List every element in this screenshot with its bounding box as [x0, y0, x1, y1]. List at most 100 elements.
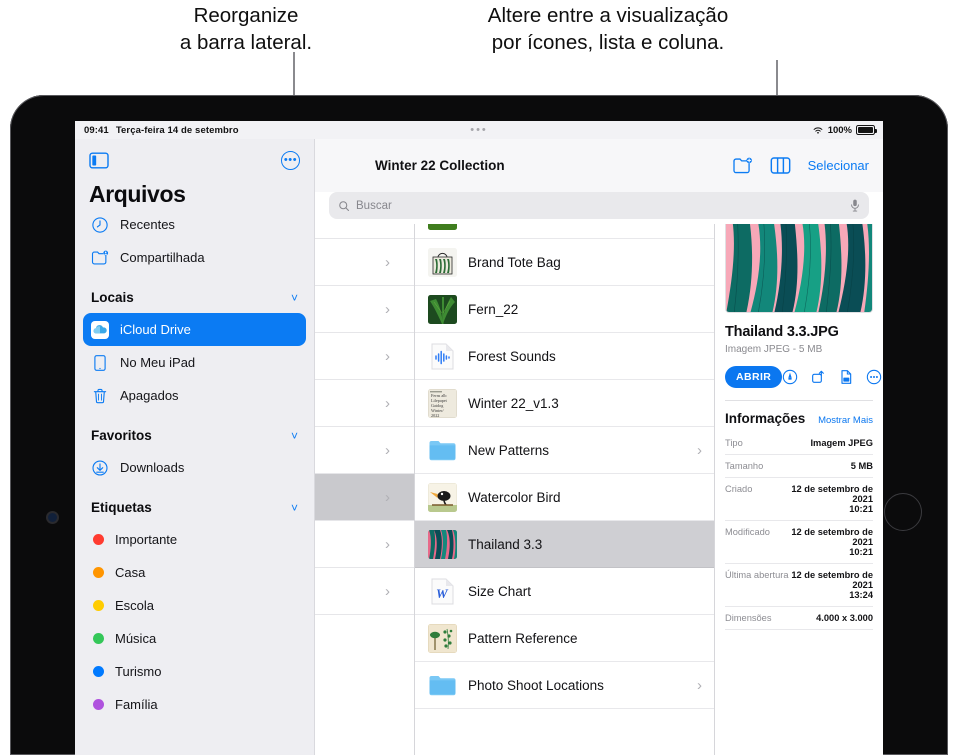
file-list-item[interactable]: Fern_22	[415, 286, 714, 333]
sidebar-item-downloads[interactable]: Downloads	[83, 451, 306, 484]
info-key: Tamanho	[725, 454, 789, 478]
chevron-down-icon[interactable]: ˅	[291, 429, 298, 443]
file-name-label: Photo Shoot Locations	[468, 677, 604, 693]
sidebar-item-familia[interactable]: Família	[83, 688, 306, 721]
document-thumbnail-catalog: Ferns alb Lilepapet Gatdog Winter/2022	[428, 388, 457, 418]
file-info-table: Tipo Imagem JPEG Tamanho 5 MB Criado 12 de se…	[725, 432, 873, 630]
top-toolbar: Winter 22 Collection Selecionar	[315, 139, 883, 192]
folder-icon	[428, 436, 457, 465]
status-bar: 09:41 Terça-feira 14 de setembro ••• 100…	[75, 121, 883, 139]
file-list-item[interactable]: New Patterns ›	[415, 427, 714, 474]
sidebar-toggle-icon[interactable]	[89, 151, 109, 169]
screenshot-root: Reorganize a barra lateral. Altere entre…	[0, 0, 958, 755]
sidebar-item-apagados[interactable]: Apagados	[83, 379, 306, 412]
info-key: Última abertura	[725, 563, 789, 607]
info-row: Dimensões 4.000 x 3.000	[725, 606, 873, 630]
front-camera-icon	[48, 513, 57, 522]
image-thumbnail-tote	[428, 247, 457, 277]
sidebar-more-button[interactable]: •••	[281, 150, 300, 170]
file-name-label: Winter 22_v1.3	[468, 395, 559, 411]
info-value: 12 de setembro de 2021 10:21	[788, 520, 873, 564]
image-thumbnail-toucan	[428, 482, 457, 512]
svg-text:W: W	[436, 586, 449, 601]
trash-icon	[93, 388, 107, 403]
select-button[interactable]: Selecionar	[808, 158, 869, 173]
file-list-item[interactable]: Brand Tote Bag	[415, 239, 714, 286]
chevron-right-icon: ›	[385, 441, 390, 459]
folder-icon	[428, 671, 457, 700]
file-list-item[interactable]: W Size Chart	[415, 568, 714, 615]
column-view-icon[interactable]	[770, 157, 791, 174]
info-value: Imagem JPEG	[788, 432, 873, 455]
sidebar-section-favoritos[interactable]: Favoritos ˅	[83, 420, 306, 451]
sidebar-item-label: Família	[115, 697, 158, 712]
sidebar-item-casa[interactable]: Casa	[83, 556, 306, 589]
file-list-column: Bird for PatternBrand Tote BagFern_22For…	[415, 139, 715, 755]
breadcrumb: Winter 22 Collection	[375, 158, 505, 173]
markup-icon[interactable]	[782, 369, 798, 385]
sidebar-section-etiquetas[interactable]: Etiquetas ˅	[83, 492, 306, 523]
pdf-icon[interactable]	[838, 369, 854, 385]
search-input[interactable]: Buscar	[356, 200, 844, 212]
chevron-right-icon: ›	[697, 441, 702, 459]
sidebar-item-musica[interactable]: Música	[83, 622, 306, 655]
chevron-right-icon: ›	[385, 394, 390, 412]
home-button[interactable]	[884, 493, 922, 531]
tag-dot-icon	[93, 567, 104, 578]
status-bar-left: 09:41 Terça-feira 14 de setembro	[84, 125, 239, 136]
callout-reorganize-sidebar: Reorganize a barra lateral.	[179, 4, 313, 54]
sidebar-section-title: Favoritos	[91, 428, 152, 443]
sidebar-item-turismo[interactable]: Turismo	[83, 655, 306, 688]
info-row: Modificado 12 de setembro de 2021 10:21	[725, 520, 873, 564]
sidebar-item-label: Compartilhada	[120, 250, 205, 265]
info-row: Última abertura 12 de setembro de 2021 13:…	[725, 563, 873, 607]
sidebar-item-label: Casa	[115, 565, 146, 580]
image-thumbnail-pattern	[428, 623, 457, 653]
sidebar-item-label: No Meu iPad	[120, 355, 196, 370]
sidebar-item-icloud-drive[interactable]: iCloud Drive	[83, 313, 306, 346]
chevron-down-icon[interactable]: ˅	[291, 291, 298, 305]
sidebar-item-recentes[interactable]: Recentes	[83, 208, 306, 241]
sidebar-section-locais[interactable]: Locais ˅	[83, 282, 306, 313]
shared-folder-icon	[91, 250, 109, 264]
info-key: Modificado	[725, 520, 789, 564]
file-list-item[interactable]: Ferns alb Lilepapet Gatdog Winter/2022 Winte…	[415, 380, 714, 427]
svg-text:2022: 2022	[431, 413, 439, 418]
chevron-right-icon: ›	[385, 535, 390, 553]
microphone-icon[interactable]	[850, 199, 860, 212]
sidebar-section-title: Locais	[91, 290, 134, 305]
download-icon	[92, 459, 108, 476]
sidebar-item-escola[interactable]: Escola	[83, 589, 306, 622]
tag-dot-icon	[93, 666, 104, 677]
chevron-right-icon: ›	[385, 488, 390, 506]
info-value: 5 MB	[788, 454, 873, 478]
sidebar-item-no-meu-ipad[interactable]: No Meu iPad	[83, 346, 306, 379]
status-bar-right: 100%	[812, 124, 877, 136]
wifi-icon	[813, 127, 823, 134]
sidebar-item-label: Recentes	[120, 217, 175, 232]
sidebar-top-bar: •••	[75, 139, 314, 181]
detail-file-title: Thailand 3.3.JPG	[725, 324, 839, 340]
file-list-item[interactable]: Thailand 3.3	[415, 521, 714, 568]
show-more-link[interactable]: Mostrar Mais	[818, 415, 873, 426]
tag-dot-icon	[93, 699, 104, 710]
more-ellipsis-icon[interactable]	[866, 369, 882, 385]
clock-icon	[92, 216, 108, 233]
file-list-item[interactable]: Watercolor Bird	[415, 474, 714, 521]
new-folder-icon[interactable]	[732, 157, 753, 174]
search-icon	[339, 200, 350, 211]
search-bar-container: Buscar	[315, 192, 883, 224]
status-date: Terça-feira 14 de setembro	[115, 124, 239, 136]
open-button[interactable]: ABRIR	[725, 366, 783, 388]
file-name-label: Pattern Reference	[468, 630, 578, 646]
file-list-item[interactable]: Pattern Reference	[415, 615, 714, 662]
file-list-item[interactable]: Photo Shoot Locations ›	[415, 662, 714, 709]
audio-file-icon	[428, 342, 457, 371]
word-document-icon: W	[428, 577, 457, 606]
chevron-down-icon[interactable]: ˅	[291, 501, 298, 515]
sidebar-item-compartilhada[interactable]: Compartilhada	[83, 241, 306, 274]
share-icon[interactable]	[810, 369, 826, 385]
search-bar[interactable]: Buscar	[329, 192, 869, 219]
sidebar-item-importante[interactable]: Importante	[83, 523, 306, 556]
file-list-item[interactable]: Forest Sounds	[415, 333, 714, 380]
